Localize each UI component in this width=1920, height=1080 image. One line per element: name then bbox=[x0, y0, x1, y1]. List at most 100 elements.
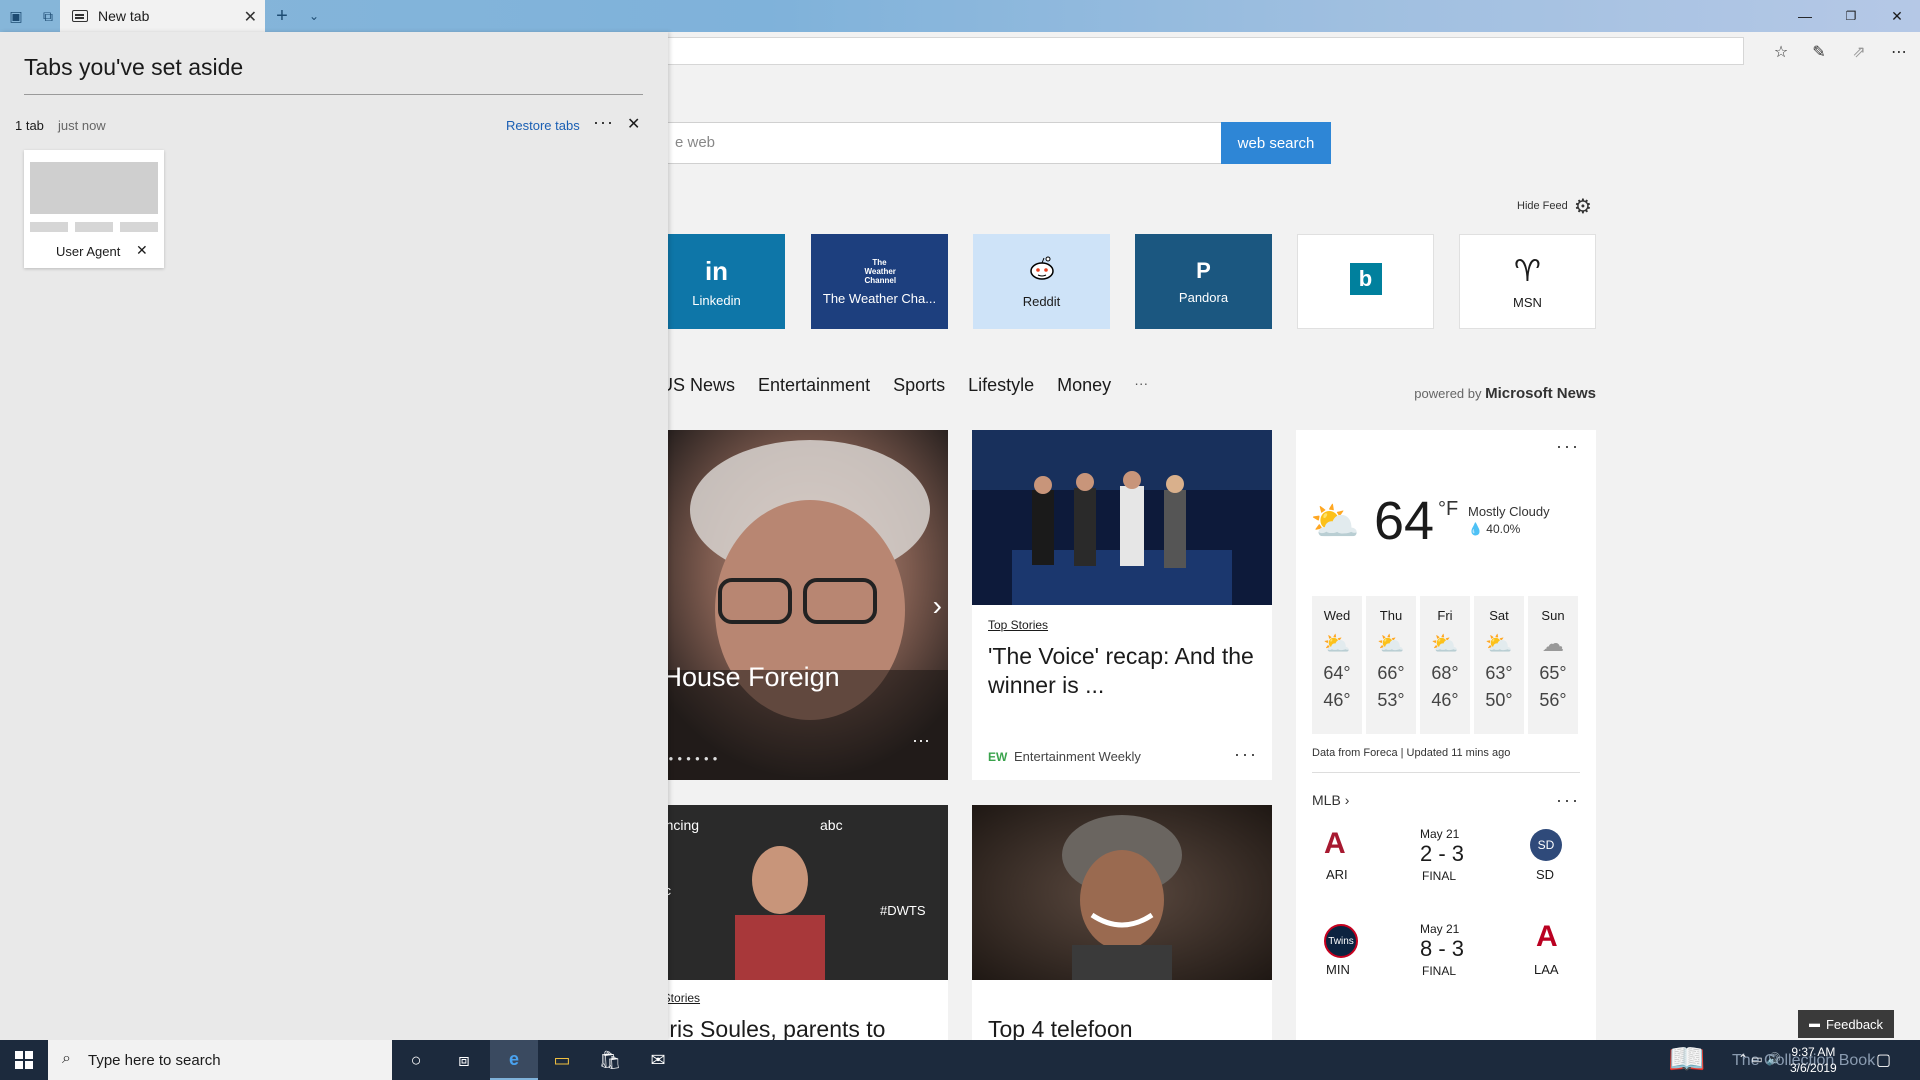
tab-new-tab[interactable]: New tab ✕ bbox=[60, 0, 265, 32]
top-site-pandora[interactable]: P Pandora bbox=[1135, 234, 1272, 329]
laa-logo-icon: A bbox=[1536, 920, 1558, 953]
set-aside-tabs-icon[interactable]: ⧉ bbox=[38, 6, 58, 26]
pen-icon[interactable]: ✎ bbox=[1808, 41, 1830, 63]
favorites-icon[interactable]: ☆ bbox=[1770, 41, 1792, 63]
hero-news-card[interactable]: h House Foreign › ··· ●●●●●●●●● bbox=[640, 430, 948, 780]
top-site-label: Pandora bbox=[1178, 290, 1229, 305]
forecast-lo: 50° bbox=[1485, 690, 1513, 710]
news-card-dwts[interactable]: dancing abc #DWTS abc Top Stories Chris … bbox=[640, 805, 948, 1040]
maximize-button[interactable]: ❐ bbox=[1828, 0, 1874, 32]
card-title[interactable]: Top 4 telefoon bbox=[988, 1015, 1258, 1040]
remove-tab-icon[interactable]: ✕ bbox=[136, 242, 148, 259]
top-site-bing[interactable]: b bbox=[1297, 234, 1434, 329]
web-search-input[interactable]: e web bbox=[640, 122, 1222, 164]
store-icon[interactable]: 🛍 bbox=[586, 1040, 634, 1080]
edge-icon[interactable]: e bbox=[490, 1040, 538, 1080]
category-us-news[interactable]: US News bbox=[660, 375, 735, 399]
weather-widget[interactable]: ··· ⛅ 64 °F Mostly Cloudy 💧 40.0% Wed ⛅ … bbox=[1296, 430, 1596, 1040]
ari-logo-icon: A bbox=[1324, 827, 1346, 860]
close-window-button[interactable]: ✕ bbox=[1874, 0, 1920, 32]
category-lifestyle[interactable]: Lifestyle bbox=[968, 375, 1034, 399]
hide-feed-link[interactable]: Hide Feed bbox=[1517, 200, 1568, 212]
news-card-voice[interactable]: Top Stories 'The Voice' recap: And the w… bbox=[972, 430, 1272, 780]
forecast-day[interactable]: Thu ⛅ 66° 53° bbox=[1366, 596, 1416, 734]
card-title[interactable]: 'The Voice' recap: And the winner is ... bbox=[988, 642, 1258, 700]
forecast-day[interactable]: Wed ⛅ 64° 46° bbox=[1312, 596, 1362, 734]
powered-by: powered by Microsoft News bbox=[1414, 385, 1596, 402]
top-site-linkedin[interactable]: in Linkedin bbox=[648, 234, 785, 329]
top-site-reddit[interactable]: Reddit bbox=[973, 234, 1110, 329]
minimize-button[interactable]: — bbox=[1782, 0, 1828, 32]
close-tab-icon[interactable]: ✕ bbox=[244, 7, 257, 27]
mlb-game-row[interactable]: Twins MIN May 21 8 - 3 FINAL A LAA bbox=[1312, 920, 1580, 1000]
tab-preview-chevron-icon[interactable]: ⌄ bbox=[304, 6, 324, 26]
linkedin-icon: in bbox=[704, 255, 729, 286]
voice-image bbox=[972, 430, 1272, 605]
hero-more-icon[interactable]: ··· bbox=[912, 730, 930, 751]
news-categories: US News Entertainment Sports Lifestyle M… bbox=[660, 375, 1148, 399]
top-site-weather-channel[interactable]: The Weather Channel The Weather Cha... bbox=[811, 234, 948, 329]
start-button[interactable] bbox=[0, 1040, 48, 1080]
mlb-more-icon[interactable]: ··· bbox=[1556, 790, 1580, 811]
clock-time: 9:37 AM bbox=[1791, 1045, 1836, 1059]
taskbar-search-box[interactable]: ⌕ Type here to search bbox=[48, 1040, 392, 1080]
task-view-icon[interactable]: ⧈ bbox=[440, 1040, 488, 1080]
forecast-lo: 46° bbox=[1431, 690, 1459, 710]
file-explorer-icon[interactable]: ▭ bbox=[538, 1040, 586, 1080]
more-options-icon[interactable]: ⋯ bbox=[1888, 41, 1910, 63]
feed-settings-gear-icon[interactable]: ⚙ bbox=[1574, 194, 1592, 219]
tab-aside-icon[interactable]: ▣ bbox=[6, 6, 26, 26]
weather-source-note[interactable]: Data from Foreca | Updated 11 mins ago bbox=[1312, 747, 1510, 759]
mail-icon[interactable]: ✉ bbox=[634, 1040, 682, 1080]
card-more-icon[interactable]: ··· bbox=[1234, 744, 1258, 765]
set-aside-tab-card[interactable]: User Agent ✕ bbox=[24, 150, 164, 268]
new-tab-button[interactable]: + bbox=[272, 5, 292, 27]
forecast-day-name: Sun bbox=[1541, 608, 1565, 623]
forecast-day[interactable]: Fri ⛅ 68° 46° bbox=[1420, 596, 1470, 734]
cortana-icon[interactable]: ○ bbox=[392, 1040, 440, 1080]
hero-image bbox=[640, 430, 948, 780]
msn-butterfly-icon: ♈ bbox=[1514, 254, 1541, 288]
restore-tabs-link[interactable]: Restore tabs bbox=[506, 118, 580, 133]
bing-icon: b bbox=[1349, 262, 1382, 295]
mlb-title[interactable]: MLB › bbox=[1312, 792, 1349, 808]
notifications-icon[interactable]: ▢ bbox=[1876, 1050, 1891, 1070]
mlb-game-row[interactable]: A ARI May 21 2 - 3 FINAL SD SD bbox=[1312, 825, 1580, 905]
tab-thumbnail bbox=[30, 162, 158, 214]
weather-channel-logo-icon: The Weather Channel bbox=[864, 257, 897, 285]
powered-by-prefix: powered by bbox=[1414, 386, 1482, 401]
forecast-day[interactable]: Sat ⛅ 63° 50° bbox=[1474, 596, 1524, 734]
forecast-sun-cloud-icon: ⛅ bbox=[1431, 631, 1459, 656]
share-icon[interactable]: ⇗ bbox=[1848, 41, 1870, 63]
card-title[interactable]: Chris Soules, parents to bbox=[640, 1015, 940, 1040]
set-aside-more-icon[interactable]: ··· bbox=[593, 112, 614, 133]
weather-precip: 40.0% bbox=[1486, 522, 1521, 536]
top-site-msn[interactable]: ♈ MSN bbox=[1459, 234, 1596, 329]
pandora-icon: P bbox=[1196, 258, 1211, 283]
web-search-button[interactable]: web search bbox=[1221, 122, 1331, 164]
forecast-sun-cloud-icon: ⛅ bbox=[1485, 631, 1513, 656]
dwts-image: dancing abc #DWTS abc bbox=[640, 805, 948, 980]
address-bar[interactable] bbox=[660, 37, 1744, 65]
forecast-lo: 46° bbox=[1323, 690, 1351, 710]
weather-current-temp: 64 bbox=[1374, 491, 1435, 551]
hero-next-arrow-icon[interactable]: › bbox=[933, 590, 942, 622]
weather-unit[interactable]: °F bbox=[1438, 498, 1458, 521]
category-more[interactable]: ··· bbox=[1134, 375, 1148, 399]
weather-more-icon[interactable]: ··· bbox=[1556, 436, 1580, 457]
ew-badge-icon: EW bbox=[988, 750, 1008, 764]
category-sports[interactable]: Sports bbox=[893, 375, 945, 399]
news-card-telefoon[interactable]: Top 4 telefoon bbox=[972, 805, 1272, 1040]
category-money[interactable]: Money bbox=[1057, 375, 1111, 399]
system-tray-icons[interactable]: ⌃ ▭ 🔊 bbox=[1738, 1052, 1781, 1066]
category-entertainment[interactable]: Entertainment bbox=[758, 375, 870, 399]
precip-drop-icon: 💧 bbox=[1468, 522, 1483, 536]
set-aside-time: just now bbox=[58, 118, 106, 133]
card-tag[interactable]: Top Stories bbox=[988, 618, 1048, 632]
game-status: FINAL bbox=[1422, 869, 1457, 883]
forecast-day[interactable]: Sun ☁ 65° 56° bbox=[1528, 596, 1578, 734]
dismiss-set-aside-icon[interactable]: ✕ bbox=[627, 114, 640, 134]
feedback-button[interactable]: ▬ Feedback bbox=[1798, 1010, 1894, 1038]
system-clock[interactable]: 9:37 AM 3/6/2019 bbox=[1790, 1044, 1837, 1076]
top-site-label: Reddit bbox=[1022, 293, 1061, 309]
